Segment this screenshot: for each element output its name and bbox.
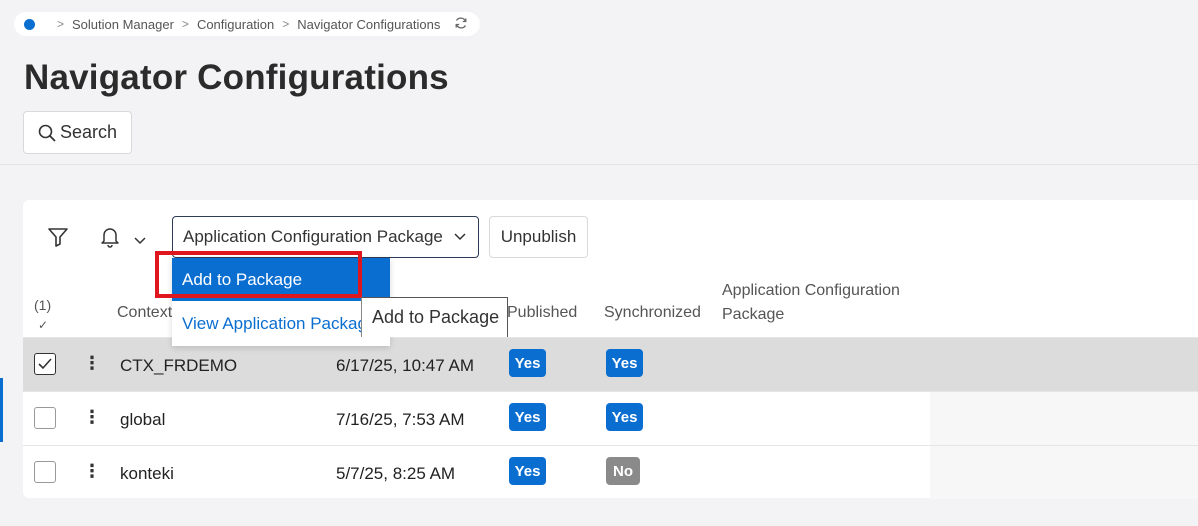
table-row[interactable]: ⋮ konteki 5/7/25, 8:25 AM Yes No [23,445,1198,499]
breadcrumb-item-configuration[interactable]: Configuration [197,17,274,32]
menu-item-view-application-package[interactable]: View Application Package [172,302,390,345]
breadcrumb-item-solution-manager[interactable]: Solution Manager [72,17,174,32]
chevron-right-icon: > [57,17,65,31]
row-actions-icon[interactable]: ⋮ [83,462,101,480]
filter-icon[interactable] [47,226,69,253]
column-header-synchronized[interactable]: Synchronized [604,304,701,322]
row-checkbox[interactable] [34,353,56,375]
row-package-cell [930,338,1198,391]
row-date: 6/17/25, 10:47 AM [336,356,474,375]
left-accent-bar [0,378,3,442]
breadcrumb: > Solution Manager > Configuration > Nav… [14,12,481,36]
selected-count: (1) [34,297,52,313]
column-header-context[interactable]: Context [117,304,172,322]
published-badge: Yes [509,349,546,377]
published-badge: Yes [509,457,546,485]
row-package-cell [930,392,1198,445]
row-checkbox[interactable] [34,407,56,429]
row-actions-icon[interactable]: ⋮ [83,408,101,426]
tooltip: Add to Package [361,297,508,337]
select-all-check-icon[interactable]: ✓ [38,318,48,332]
checkmark-icon [38,358,52,370]
chevron-right-icon: > [282,17,290,31]
synchronized-badge: Yes [606,403,643,431]
unpublish-button[interactable]: Unpublish [489,216,588,258]
home-dot-icon[interactable] [24,18,35,30]
row-context: CTX_FRDEMO [120,356,238,375]
row-date: 7/16/25, 7:53 AM [336,410,465,429]
row-package-cell [930,446,1198,499]
breadcrumb-item-navigator-configurations: Navigator Configurations [297,16,441,32]
row-context: global [120,410,166,429]
refresh-icon[interactable] [454,16,468,33]
row-date: 5/7/25, 8:25 AM [336,464,456,483]
bell-icon[interactable] [100,226,120,253]
chevron-down-icon [454,233,466,241]
synchronized-badge: Yes [606,349,643,377]
column-header-published[interactable]: Published [507,304,577,322]
column-header-application-configuration-package[interactable]: Application Configuration Package [722,279,900,327]
table-row[interactable]: ⋮ global 7/16/25, 7:53 AM Yes Yes [23,391,1198,445]
search-button[interactable]: Search [23,111,132,154]
column-header-package-line2: Package [722,306,785,323]
divider [0,164,1198,165]
highlight-box [155,251,362,298]
chevron-down-icon[interactable] [133,233,147,251]
chevron-right-icon: > [181,17,189,31]
row-context: konteki [120,464,174,483]
column-header-package-line1: Application Configuration [722,282,900,299]
search-label: Search [60,122,118,142]
page-title: Navigator Configurations [24,58,449,97]
published-badge: Yes [509,403,546,431]
row-actions-icon[interactable]: ⋮ [83,354,101,372]
synchronized-badge: No [606,457,640,485]
dropdown-label: Application Configuration Package [183,227,443,246]
search-icon [38,124,56,142]
row-checkbox[interactable] [34,461,56,483]
